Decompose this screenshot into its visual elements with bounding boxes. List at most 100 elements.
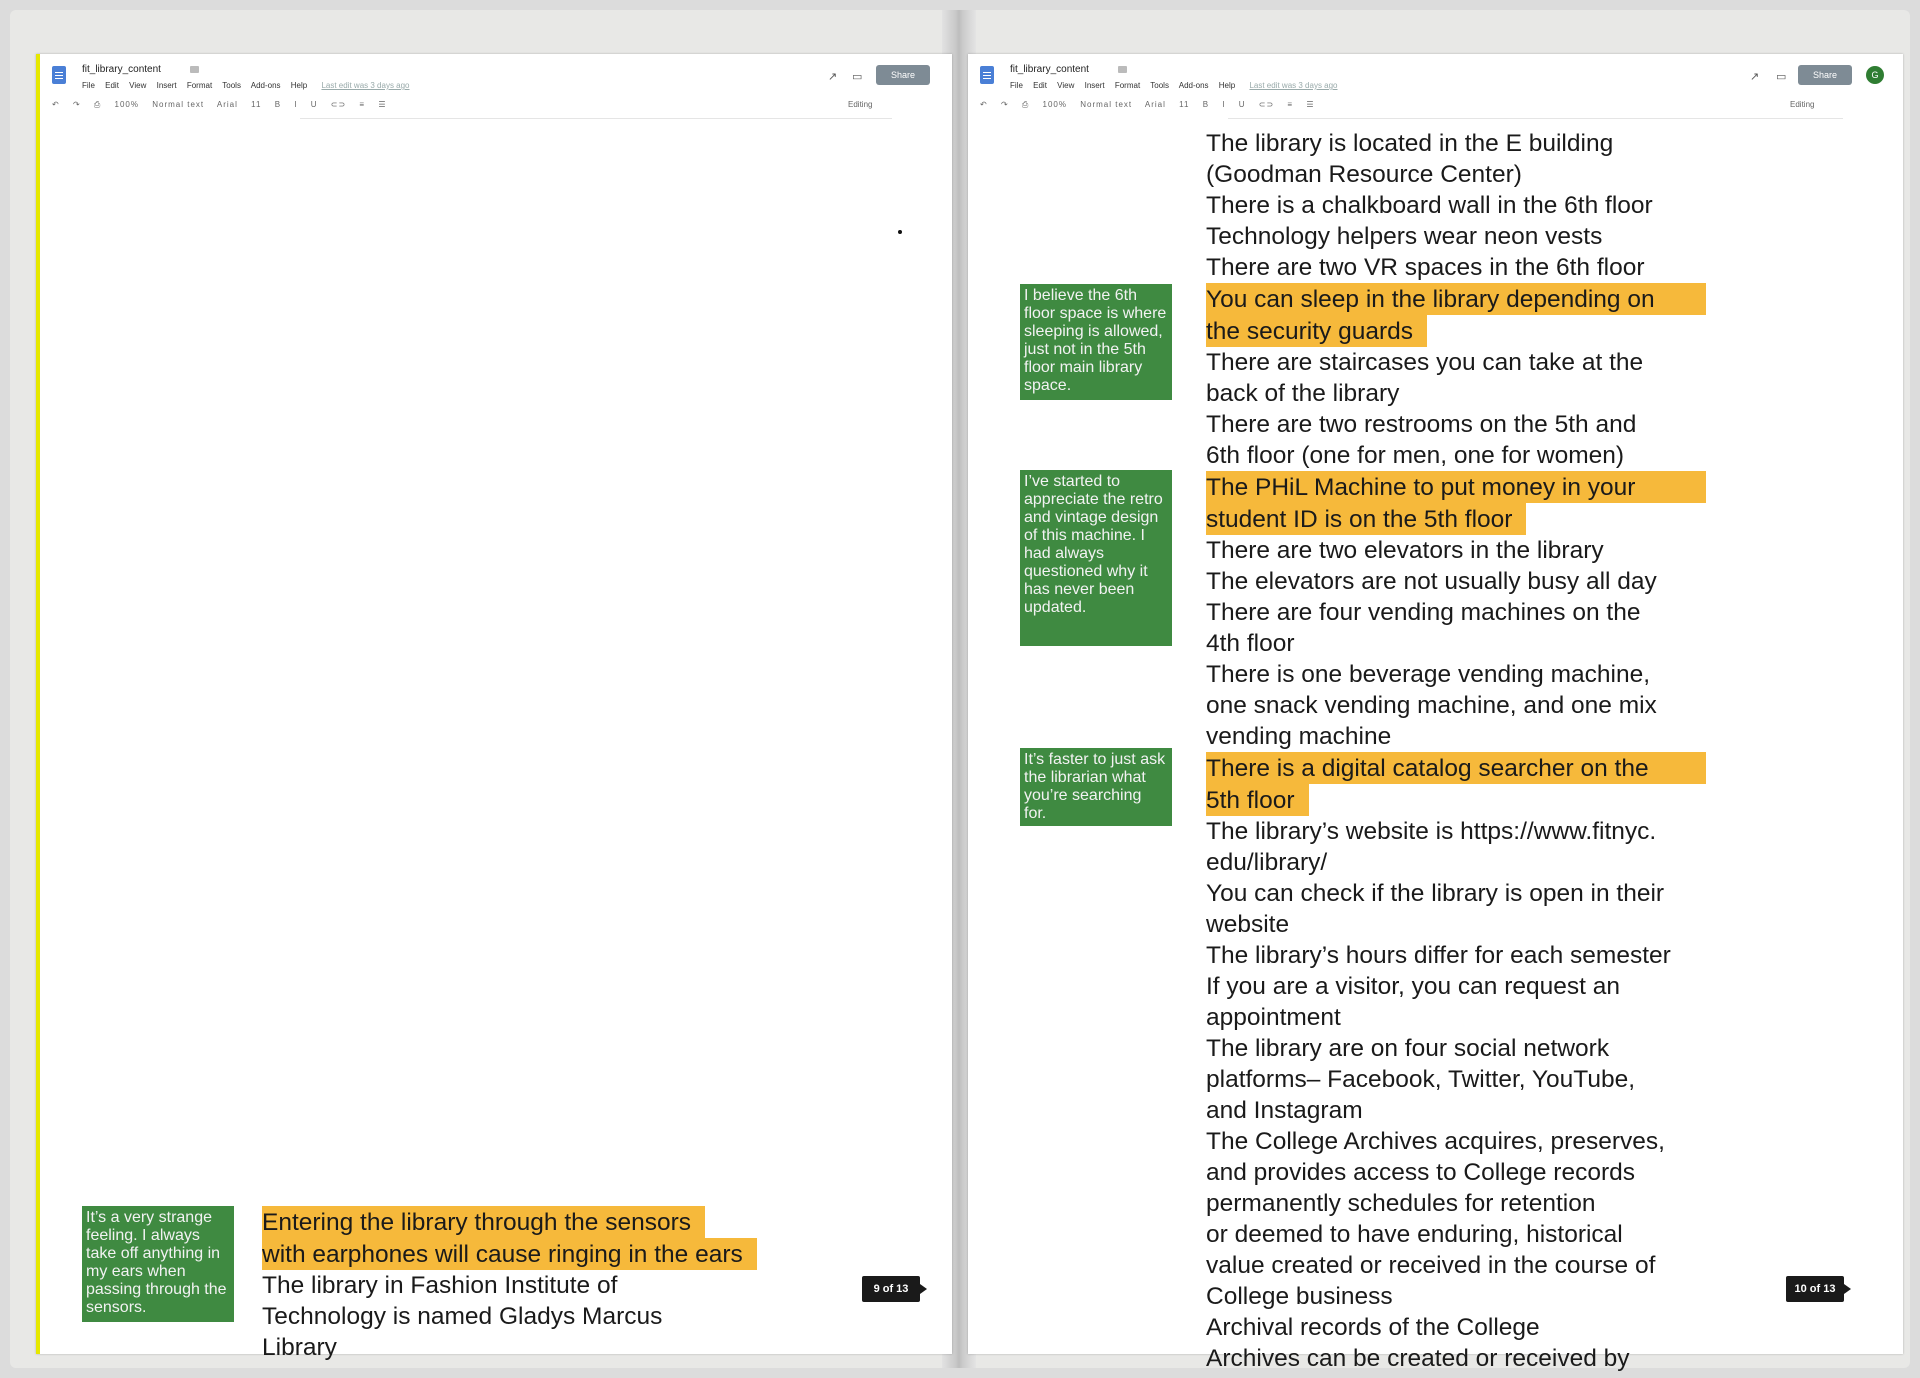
text-line: There is a chalkboard wall in the 6th fl… [1206,192,1653,219]
format-toolbar: ↶ ↷ ⎙ 100% Normal text Arial 11 B I U ⊂⊃… [52,100,396,110]
text-line: Library [262,1334,337,1361]
left-page-text: Entering the library through the sensors… [262,1206,782,1363]
text-line: If you are a visitor, you can request an [1206,973,1621,1000]
right-page-text: The library is located in the E building… [1206,128,1706,1374]
highlight-line: student ID is on the 5th floor [1206,503,1527,535]
bold-icon[interactable]: B [1203,100,1209,109]
menu-file[interactable]: File [1010,81,1023,90]
text-line: edu/library/ [1206,849,1328,876]
docs-toolbar-left: fit_library_content File Edit View Inser… [40,54,952,122]
align-icon[interactable]: ≡ [1287,100,1293,109]
highlight-line: There is a digital catalog searcher on t… [1206,752,1706,784]
editing-mode-select[interactable]: Editing [1790,100,1814,109]
menu-help[interactable]: Help [291,81,307,90]
font-size-select[interactable]: 11 [1179,100,1189,109]
style-select[interactable]: Normal text [1080,100,1132,109]
folder-icon[interactable] [1118,66,1127,73]
text-line: The library in Fashion Institute of [262,1272,618,1299]
align-icon[interactable]: ≡ [359,100,365,109]
menu-addons[interactable]: Add-ons [251,81,281,90]
ruler [300,118,892,119]
list-icon[interactable]: ☰ [1306,100,1314,109]
comment-icon[interactable]: ▭ [1776,70,1786,83]
text-line: There are four vending machines on the [1206,599,1641,626]
menu-edit[interactable]: Edit [105,81,119,90]
margin-note: It’s a very strange feeling. I always ta… [82,1206,234,1322]
text-line: platforms– Facebook, Twitter, YouTube, [1206,1066,1636,1093]
underline-icon[interactable]: U [311,100,318,109]
share-button[interactable]: Share [876,65,930,85]
highlight-line: Entering the library through the sensors [262,1206,705,1238]
text-line: The library’s hours differ for each seme… [1206,942,1671,969]
text-line: and provides access to College records [1206,1159,1635,1186]
menu-tools[interactable]: Tools [222,81,241,90]
last-edit-link[interactable]: Last edit was 3 days ago [321,81,409,90]
text-line: College business [1206,1283,1393,1310]
menu-addons[interactable]: Add-ons [1179,81,1209,90]
text-line: (Goodman Resource Center) [1206,161,1522,188]
menu-bar: File Edit View Insert Format Tools Add-o… [1010,81,1346,90]
link-icon[interactable]: ⊂⊃ [331,100,346,109]
comment-icon[interactable]: ▭ [852,70,862,83]
zoom-select[interactable]: 100% [115,100,139,109]
text-line: The library is located in the E building [1206,130,1614,157]
text-line: You can check if the library is open in … [1206,880,1665,907]
highlight-line: with earphones will cause ringing in the… [262,1238,757,1270]
text-line: vending machine [1206,723,1392,750]
menu-format[interactable]: Format [1115,81,1140,90]
text-line: permanently schedules for retention [1206,1190,1596,1217]
underline-icon[interactable]: U [1239,100,1246,109]
margin-note: I’ve started to appreciate the retro and… [1020,470,1172,646]
menu-insert[interactable]: Insert [157,81,177,90]
text-line: Technology helpers wear neon vests [1206,223,1603,250]
print-icon[interactable]: ⎙ [1022,100,1029,109]
menu-file[interactable]: File [82,81,95,90]
highlight-line: You can sleep in the library depending o… [1206,283,1706,315]
text-line: value created or received in the course … [1206,1252,1656,1279]
text-line: There are two elevators in the library [1206,537,1604,564]
link-icon[interactable]: ⊂⊃ [1259,100,1274,109]
docs-file-icon [980,66,994,84]
menu-tools[interactable]: Tools [1150,81,1169,90]
activity-icon[interactable]: ↗ [828,70,837,83]
text-line: There are two restrooms on the 5th and [1206,411,1637,438]
menu-edit[interactable]: Edit [1033,81,1047,90]
text-line: The library’s website is https://www.fit… [1206,818,1657,845]
menu-view[interactable]: View [1057,81,1074,90]
user-avatar[interactable]: G [1866,66,1884,84]
bold-icon[interactable]: B [275,100,281,109]
undo-icon[interactable]: ↶ [52,100,60,109]
menu-view[interactable]: View [129,81,146,90]
redo-icon[interactable]: ↷ [1001,100,1009,109]
last-edit-link[interactable]: Last edit was 3 days ago [1249,81,1337,90]
folder-icon[interactable] [190,66,199,73]
undo-icon[interactable]: ↶ [980,100,988,109]
italic-icon[interactable]: I [1222,100,1225,109]
font-select[interactable]: Arial [1145,100,1166,109]
list-icon[interactable]: ☰ [378,100,386,109]
share-button[interactable]: Share [1798,65,1852,85]
menu-help[interactable]: Help [1219,81,1235,90]
page-number: 9 of 13 [862,1276,927,1302]
text-line: website [1206,911,1290,938]
menu-format[interactable]: Format [187,81,212,90]
doc-title[interactable]: fit_library_content [1010,64,1089,75]
highlight-line: The PHiL Machine to put money in your [1206,471,1706,503]
print-icon[interactable]: ⎙ [94,100,101,109]
text-line: Archives can be created or received by [1206,1345,1630,1372]
font-size-select[interactable]: 11 [251,100,261,109]
left-page: fit_library_content File Edit View Inser… [36,54,952,1361]
zoom-select[interactable]: 100% [1043,100,1067,109]
text-line: Technology is named Gladys Marcus [262,1303,663,1330]
editing-mode-select[interactable]: Editing [848,100,872,109]
format-toolbar: ↶ ↷ ⎙ 100% Normal text Arial 11 B I U ⊂⊃… [980,100,1324,110]
font-select[interactable]: Arial [217,100,238,109]
activity-icon[interactable]: ↗ [1750,70,1759,83]
redo-icon[interactable]: ↷ [73,100,81,109]
text-line: The elevators are not usually busy all d… [1206,568,1657,595]
text-line: There are two VR spaces in the 6th floor [1206,254,1645,281]
italic-icon[interactable]: I [294,100,297,109]
doc-title[interactable]: fit_library_content [82,64,161,75]
style-select[interactable]: Normal text [152,100,204,109]
menu-insert[interactable]: Insert [1085,81,1105,90]
